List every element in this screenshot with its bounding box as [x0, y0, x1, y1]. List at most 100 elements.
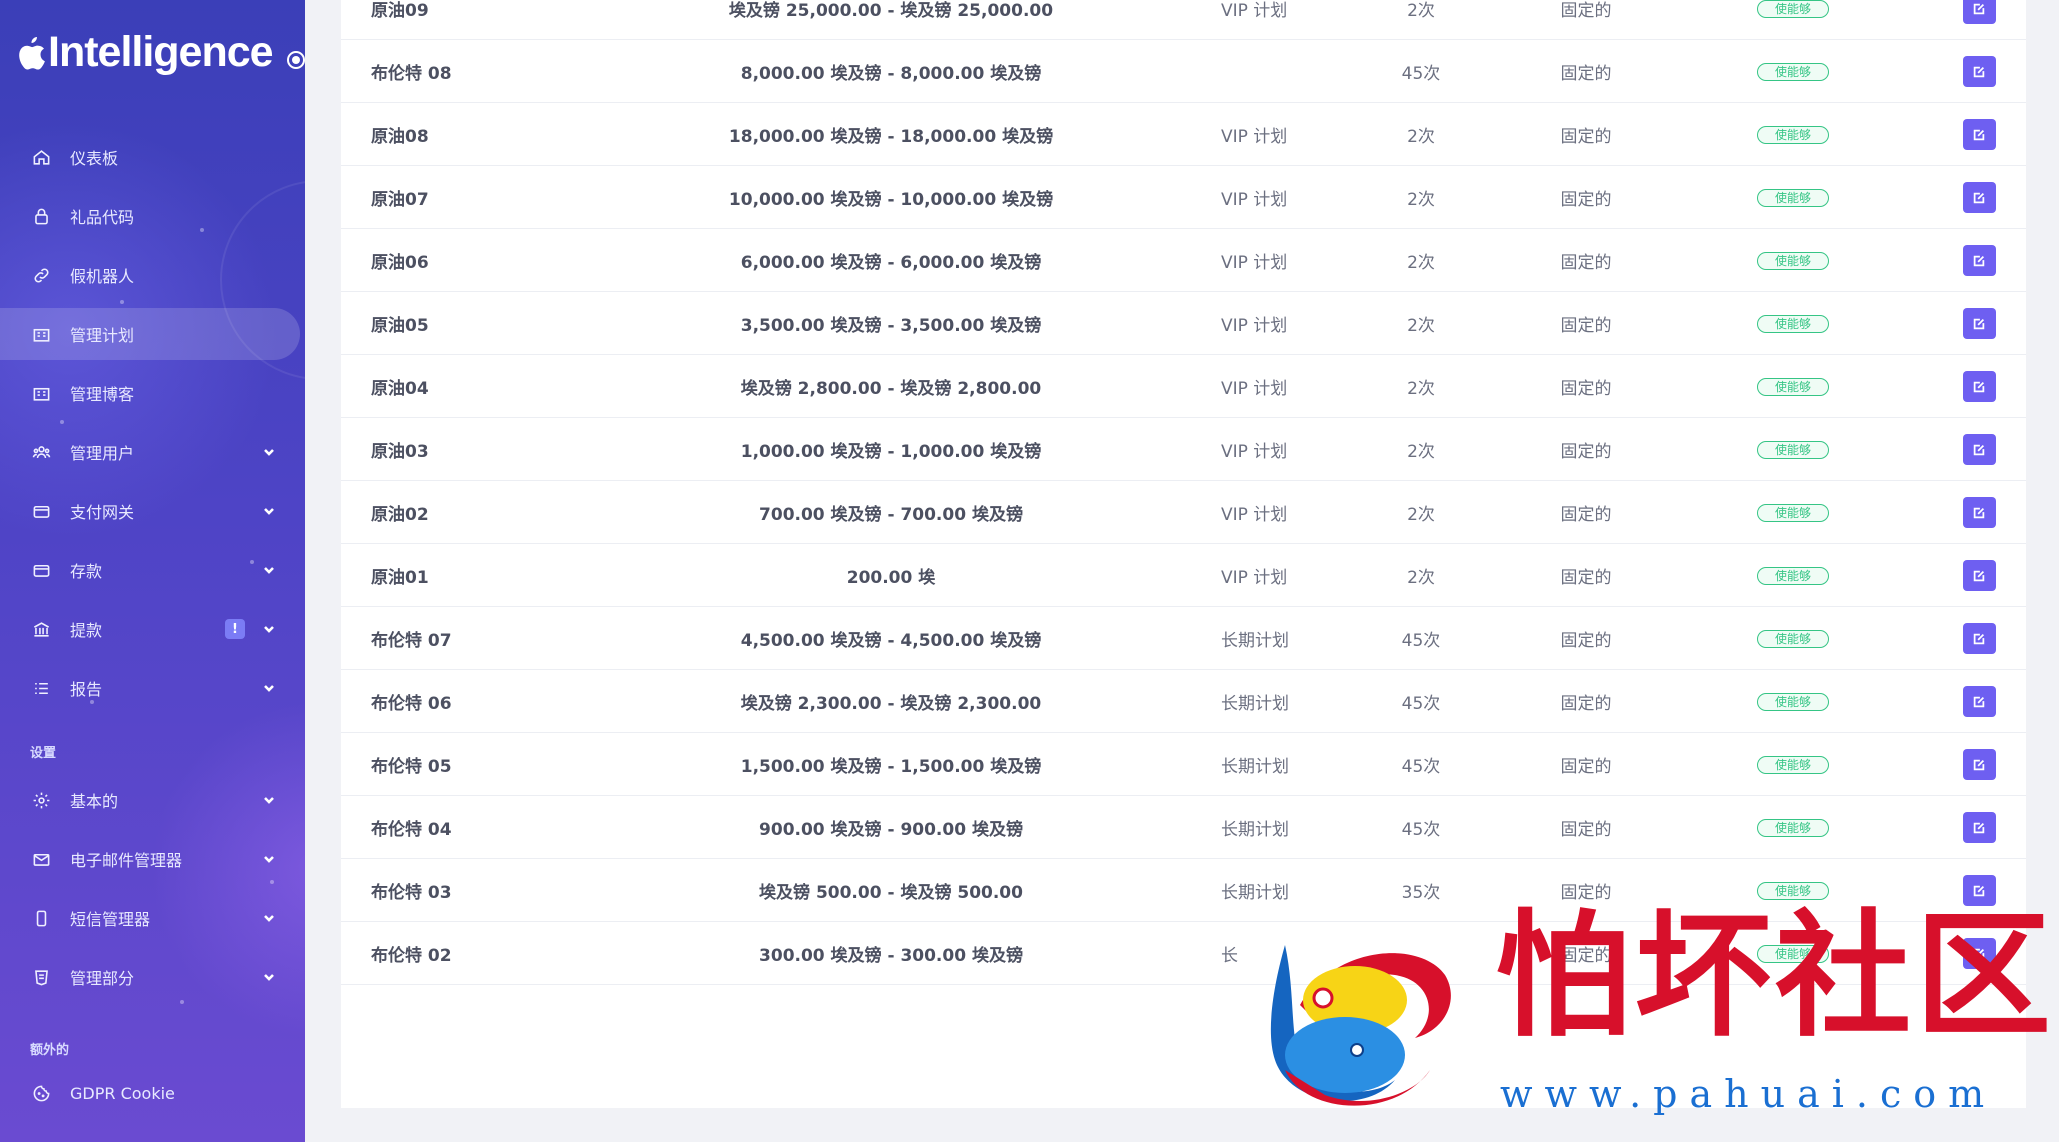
interest-type-cell: 固定的	[1560, 505, 1612, 525]
sidebar-item-label: 短信管理器	[70, 910, 151, 929]
chevron-down-icon	[262, 910, 276, 924]
action-cell	[1962, 229, 1996, 292]
alert-badge: !	[225, 619, 245, 639]
watermark-url: www.pahuai.com	[1500, 1072, 1997, 1116]
plan-category-cell: VIP 计划	[1221, 568, 1288, 588]
chevron-down-icon	[262, 621, 276, 635]
table-row: 原油08 18,000.00 埃及镑 - 18,000.00 埃及镑 VIP 计…	[341, 103, 2026, 166]
sidebar-item-manage-users[interactable]: 管理用户	[0, 426, 300, 478]
sidebar-item-label: 管理博客	[70, 385, 135, 404]
table-row: 布伦特 08 8,000.00 埃及镑 - 8,000.00 埃及镑 45次 固…	[341, 40, 2026, 103]
edit-button[interactable]	[1962, 749, 1996, 780]
status-cell: 使能够	[1751, 103, 1835, 166]
action-cell	[1962, 733, 1996, 796]
sidebar-item-email-manager[interactable]: 电子邮件管理器	[0, 833, 300, 885]
status-badge: 使能够	[1756, 692, 1829, 711]
sidebar-item-fake-bots[interactable]: 假机器人	[0, 249, 300, 301]
status-cell: 使能够	[1751, 418, 1835, 481]
sidebar-item-payment-gateways[interactable]: 支付网关	[0, 485, 300, 537]
gear-icon	[30, 789, 52, 811]
building-icon	[30, 323, 52, 345]
chevron-down-icon	[262, 503, 276, 517]
sidebar-item-sms-manager[interactable]: 短信管理器	[0, 892, 300, 944]
return-times-cell: 45次	[1401, 694, 1441, 714]
radio-dot-icon[interactable]	[286, 50, 305, 69]
sidebar-item-gift-codes[interactable]: 礼品代码	[0, 190, 300, 242]
plan-name-cell: 原油04	[371, 379, 429, 399]
edit-button[interactable]	[1962, 56, 1996, 87]
plan-category-cell: VIP 计划	[1221, 253, 1288, 273]
chevron-down-icon	[262, 792, 276, 806]
plan-category-cell: 长期计划	[1221, 631, 1289, 651]
table-row: 布伦特 04 900.00 埃及镑 - 900.00 埃及镑 长期计划 45次 …	[341, 796, 2026, 859]
card-icon	[30, 559, 52, 581]
edit-button[interactable]	[1962, 308, 1996, 339]
plan-name-cell: 布伦特 02	[371, 946, 452, 966]
status-cell: 使能够	[1751, 670, 1835, 733]
interest-type-cell: 固定的	[1560, 820, 1612, 840]
edit-icon	[1973, 129, 1985, 140]
sidebar-item-manage-plans[interactable]: 管理计划	[0, 308, 300, 360]
amount-range-cell: 埃及镑 2,800.00 - 埃及镑 2,800.00	[740, 379, 1042, 399]
interest-type-cell: 固定的	[1560, 253, 1612, 273]
chevron-down-icon	[262, 851, 276, 865]
return-times-cell: 2次	[1407, 568, 1435, 588]
list-icon	[30, 677, 52, 699]
mail-icon	[30, 848, 52, 870]
interest-type-cell: 固定的	[1560, 379, 1612, 399]
sidebar-item-withdrawals[interactable]: 提款 !	[0, 603, 300, 655]
sidebar-item-basic[interactable]: 基本的	[0, 774, 300, 826]
table-row: 原油06 6,000.00 埃及镑 - 6,000.00 埃及镑 VIP 计划 …	[341, 229, 2026, 292]
edit-button[interactable]	[1962, 812, 1996, 843]
edit-button[interactable]	[1962, 434, 1996, 465]
plan-category-cell: 长期计划	[1221, 820, 1289, 840]
sidebar-item-gdpr-cookie[interactable]: GDPR Cookie	[0, 1067, 300, 1119]
plan-name-cell: 布伦特 04	[371, 820, 452, 840]
edit-icon	[1973, 507, 1985, 518]
status-badge: 使能够	[1756, 566, 1829, 585]
return-times-cell: 2次	[1407, 1, 1435, 21]
sidebar-item-deposits[interactable]: 存款	[0, 544, 300, 596]
amount-range-cell: 6,000.00 埃及镑 - 6,000.00 埃及镑	[740, 253, 1042, 273]
edit-button[interactable]	[1962, 182, 1996, 213]
sidebar-item-reports[interactable]: 报告	[0, 662, 300, 714]
plan-category-cell: VIP 计划	[1221, 379, 1288, 399]
brand-name: Intelligence	[48, 28, 274, 76]
edit-button[interactable]	[1962, 623, 1996, 654]
brand-logo[interactable]: Intelligence	[16, 28, 305, 77]
edit-button[interactable]	[1962, 497, 1996, 528]
edit-icon	[1973, 570, 1985, 581]
amount-range-cell: 1,500.00 埃及镑 - 1,500.00 埃及镑	[740, 757, 1042, 777]
table-row: 原油02 700.00 埃及镑 - 700.00 埃及镑 VIP 计划 2次 固…	[341, 481, 2026, 544]
plan-name-cell: 原油03	[371, 442, 429, 462]
sidebar-item-manage-blog[interactable]: 管理博客	[0, 367, 300, 419]
status-cell: 使能够	[1751, 229, 1835, 292]
sidebar-item-label: 管理用户	[70, 444, 135, 463]
sidebar: Intelligence 仪表板 礼品代码 假机器人 管理计划 管理博客 管理用…	[0, 0, 305, 1142]
status-badge: 使能够	[1756, 377, 1829, 396]
edit-button[interactable]	[1962, 371, 1996, 402]
edit-button[interactable]	[1962, 0, 1996, 24]
action-cell	[1962, 355, 1996, 418]
plan-name-cell: 布伦特 08	[371, 64, 452, 84]
edit-button[interactable]	[1962, 686, 1996, 717]
status-cell: 使能够	[1751, 733, 1835, 796]
edit-button[interactable]	[1962, 560, 1996, 591]
return-times-cell: 2次	[1407, 127, 1435, 147]
status-cell: 使能够	[1751, 544, 1835, 607]
watermark-text: 怕坏社区	[1495, 896, 2055, 1056]
sidebar-item-manage-sections[interactable]: 管理部分	[0, 951, 300, 1003]
status-badge: 使能够	[1756, 503, 1829, 522]
edit-icon	[1973, 759, 1985, 770]
plan-name-cell: 原油01	[371, 568, 429, 588]
status-cell: 使能够	[1751, 481, 1835, 544]
edit-button[interactable]	[1962, 119, 1996, 150]
sidebar-item-dashboard[interactable]: 仪表板	[0, 131, 300, 183]
return-times-cell: 45次	[1401, 757, 1441, 777]
edit-icon	[1973, 66, 1985, 77]
amount-range-cell: 700.00 埃及镑 - 700.00 埃及镑	[759, 505, 1023, 525]
edit-button[interactable]	[1962, 245, 1996, 276]
plan-category-cell: VIP 计划	[1221, 505, 1288, 525]
users-icon	[30, 441, 52, 463]
home-icon	[30, 146, 52, 168]
